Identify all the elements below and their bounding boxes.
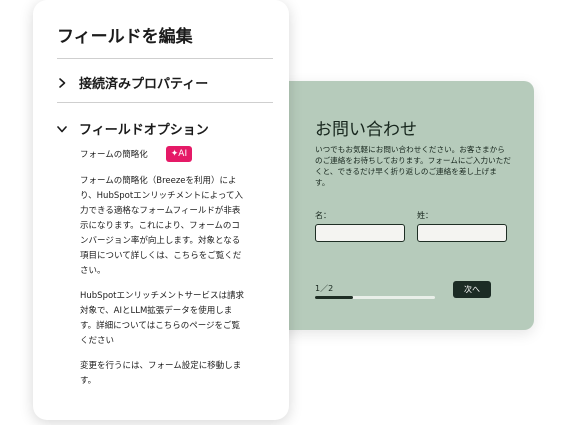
progress-bar-fill: [315, 296, 354, 299]
section-label: 接続済みプロパティー: [79, 77, 209, 92]
description-paragraph: 変更を行うには、フォーム設定に移動します。: [80, 361, 242, 386]
last-name-input[interactable]: [417, 224, 507, 242]
chevron-down-icon: [57, 125, 67, 132]
form-title: お問い合わせ: [315, 120, 417, 140]
description-paragraph: HubSpotエンリッチメントサービスは請求対象で、AIとLLM拡張データを使用…: [80, 291, 245, 346]
section-field-options[interactable]: フィールドオプション: [55, 119, 209, 138]
panel-title: フィールドを編集: [57, 27, 193, 47]
form-preview-card: お問い合わせ いつでもお気軽にお問い合わせください。お客さまからのご連絡をお待ち…: [268, 81, 534, 330]
divider: [57, 102, 273, 103]
form-simplification-option: フォームの簡略化 ✦AI: [80, 146, 193, 162]
last-name-label: 姓：: [417, 211, 433, 220]
progress-bar: [315, 296, 435, 299]
description-paragraph: フォームの簡略化（Breezeを利用）により、HubSpotエンリッチメントによ…: [80, 176, 243, 276]
section-label: フィールドオプション: [79, 123, 209, 138]
chevron-right-icon: [59, 77, 66, 88]
first-name-label: 名：: [315, 211, 331, 220]
section-connected-properties[interactable]: 接続済みプロパティー: [55, 73, 208, 92]
first-name-input[interactable]: [315, 224, 405, 242]
form-simplification-label: フォームの簡略化: [80, 150, 148, 160]
next-button[interactable]: 次へ: [453, 281, 491, 298]
divider: [57, 58, 273, 59]
edit-field-panel: フィールドを編集 接続済みプロパティー フィールドオプション フォームの簡略化 …: [33, 0, 289, 420]
ai-badge[interactable]: ✦AI: [165, 146, 193, 162]
form-description: いつでもお気軽にお問い合わせください。お客さまからのご連絡をお待ちしております。…: [315, 145, 511, 187]
step-indicator: 1／2: [315, 284, 334, 293]
